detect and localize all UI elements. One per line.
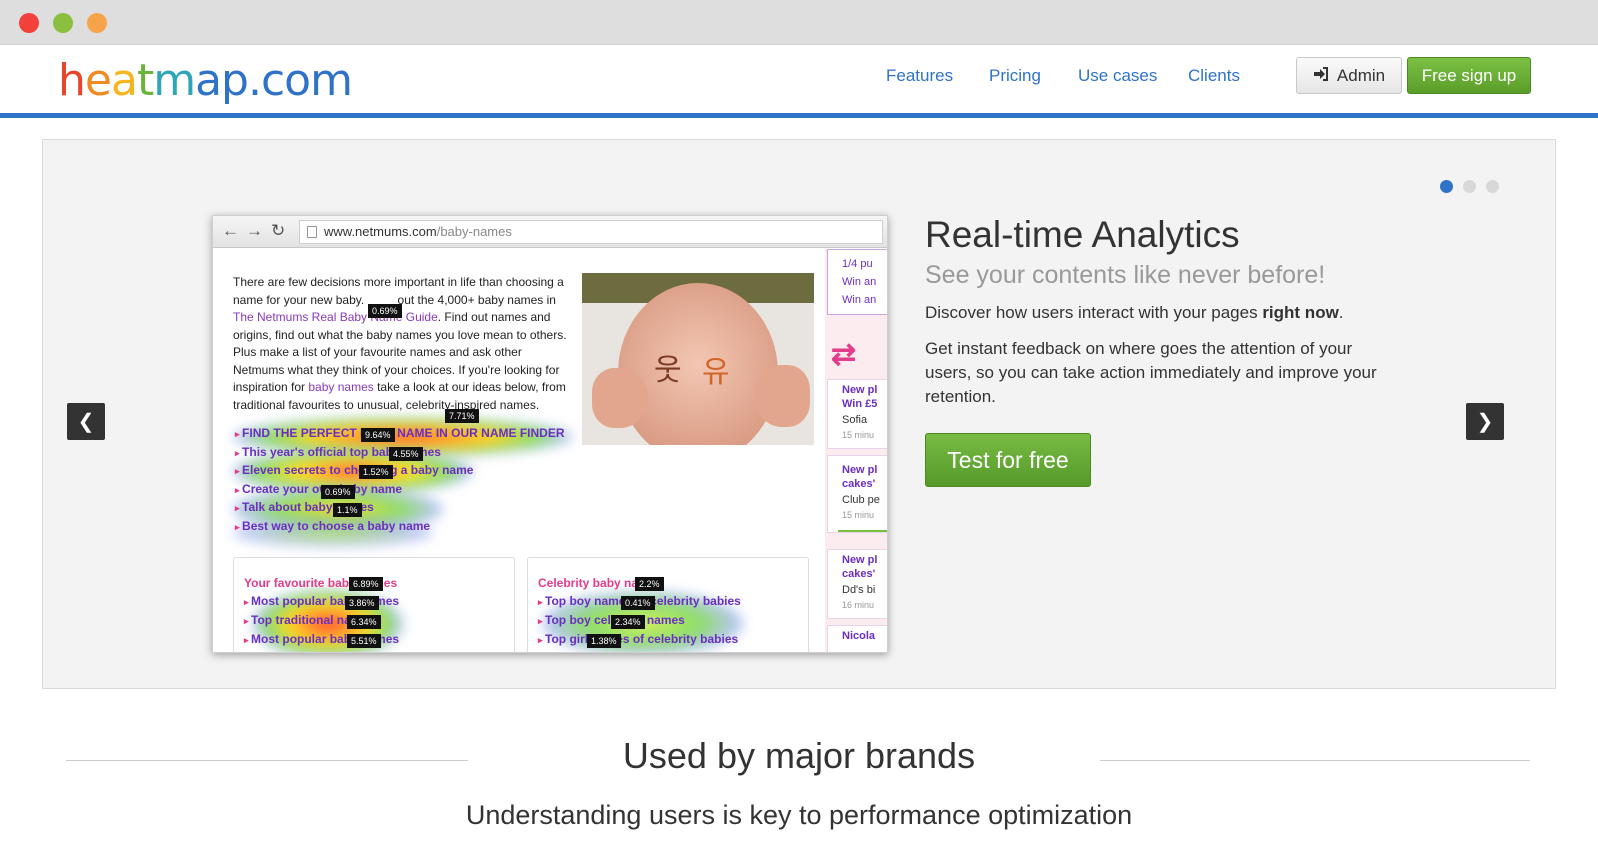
pregnant-belly-photo: 웃 유 (582, 273, 814, 445)
window-titlebar (0, 0, 1598, 45)
brands-heading: Used by major brands (622, 735, 976, 776)
click-percent-badge: 2.2% (635, 577, 664, 591)
click-percent-badge: 7.71% (445, 409, 479, 423)
window-close-button[interactable] (19, 13, 39, 33)
list-item[interactable]: Eleven secrets to choosing a baby name (235, 461, 585, 480)
url-path: /baby-names (436, 224, 512, 239)
logo-letter: m (153, 55, 196, 106)
test-for-free-button[interactable]: Test for free (925, 433, 1091, 487)
logo-letter: .com (247, 55, 353, 106)
celebrity-names-box: Celebrity baby names Top boy names of ce… (527, 557, 809, 652)
doodle-figure-icon: 웃 (654, 354, 682, 387)
site-header: heatmap.com Features Pricing Use cases C… (0, 45, 1598, 113)
heatmap-screenshot: ← → ↻ www.netmums.com/baby-names There a… (212, 215, 888, 653)
brands-subheading: Understanding users is key to performanc… (465, 800, 1133, 830)
click-percent-badge: 1.1% (333, 503, 362, 517)
slide-title: Real-time Analytics (925, 214, 1240, 255)
carousel-dot-1[interactable] (1440, 180, 1453, 193)
mock-page-body: There are few decisions more important i… (213, 249, 887, 652)
doodle-figure-icon: 유 (702, 356, 730, 389)
nav-use-cases[interactable]: Use cases (1078, 66, 1157, 86)
click-percent-badge: 5.51% (347, 634, 381, 648)
nav-pricing[interactable]: Pricing (989, 66, 1041, 86)
mock-browser-bar: ← → ↻ www.netmums.com/baby-names (213, 216, 887, 248)
carousel-dot-3[interactable] (1486, 180, 1499, 193)
free-signup-button[interactable]: Free sign up (1407, 57, 1531, 94)
window-minimize-button[interactable] (53, 13, 73, 33)
window-maximize-button[interactable] (87, 13, 107, 33)
list-item[interactable]: Create your own baby name (235, 480, 585, 499)
list-item[interactable]: Talk about baby names (235, 498, 585, 517)
reload-icon: ↻ (271, 221, 286, 240)
click-percent-badge: 2.34% (611, 615, 645, 629)
heatmap-link-list: FIND THE PERFECT BABY NAME IN OUR NAME F… (235, 424, 585, 535)
list-item[interactable]: FIND THE PERFECT BABY NAME IN OUR NAME F… (235, 424, 585, 443)
forward-arrow-icon: → (246, 221, 263, 240)
click-percent-badge: 9.64% (361, 428, 395, 442)
heatmap-logo[interactable]: heatmap.com (58, 51, 353, 111)
admin-label: Admin (1336, 65, 1386, 85)
click-percent-badge: 1.52% (359, 465, 393, 479)
click-percent-badge: 0.41% (621, 596, 655, 610)
back-arrow-icon: ← (222, 221, 239, 240)
mock-url-bar: www.netmums.com/baby-names (299, 220, 883, 244)
header-stripe (0, 113, 1598, 118)
hero-carousel: ❮ ❯ ← → ↻ www.netmums.com/baby-names The… (42, 139, 1556, 689)
repost-icon: ⇄ (831, 338, 857, 371)
carousel-prev-button[interactable]: ❮ (67, 403, 105, 440)
logo-letter: h (58, 55, 86, 106)
click-percent-badge: 6.34% (347, 615, 381, 629)
list-item[interactable]: Best way to choose a baby name (235, 517, 585, 536)
click-percent-badge: 1.38% (587, 634, 621, 648)
slide-intro: Discover how users interact with your pa… (925, 303, 1344, 322)
logo-letter: a (110, 55, 138, 106)
click-percent-badge: 0.69% (321, 485, 355, 499)
slide-subtitle: See your contents like never before! (925, 261, 1326, 289)
intro-paragraph: There are few decisions more important i… (233, 275, 567, 412)
list-item[interactable]: Top girl names of celebrity babies (538, 632, 738, 646)
page-icon (307, 226, 317, 238)
logo-letter: p (221, 55, 249, 106)
click-percent-badge: 3.86% (345, 596, 379, 610)
logo-letter: t (136, 55, 154, 106)
click-percent-badge: 0.69% (368, 304, 402, 318)
url-host: www.netmums.com (324, 224, 437, 239)
click-percent-badge: 6.89% (349, 577, 383, 591)
click-percent-badge: 4.55% (389, 447, 423, 461)
logo-letter: a (195, 55, 222, 106)
admin-button[interactable]: Admin (1296, 57, 1402, 94)
logo-letter: e (84, 55, 112, 106)
nav-features[interactable]: Features (886, 66, 953, 86)
nav-clients[interactable]: Clients (1188, 66, 1240, 86)
mock-sidebar: 1/4 pu Win an Win an ⇄ New pl Win £5 Sof… (825, 249, 887, 652)
slide-description: Get instant feedback on where goes the a… (925, 339, 1377, 406)
sign-in-icon (1313, 67, 1329, 84)
carousel-dot-2[interactable] (1463, 180, 1476, 193)
carousel-next-button[interactable]: ❯ (1466, 403, 1504, 440)
